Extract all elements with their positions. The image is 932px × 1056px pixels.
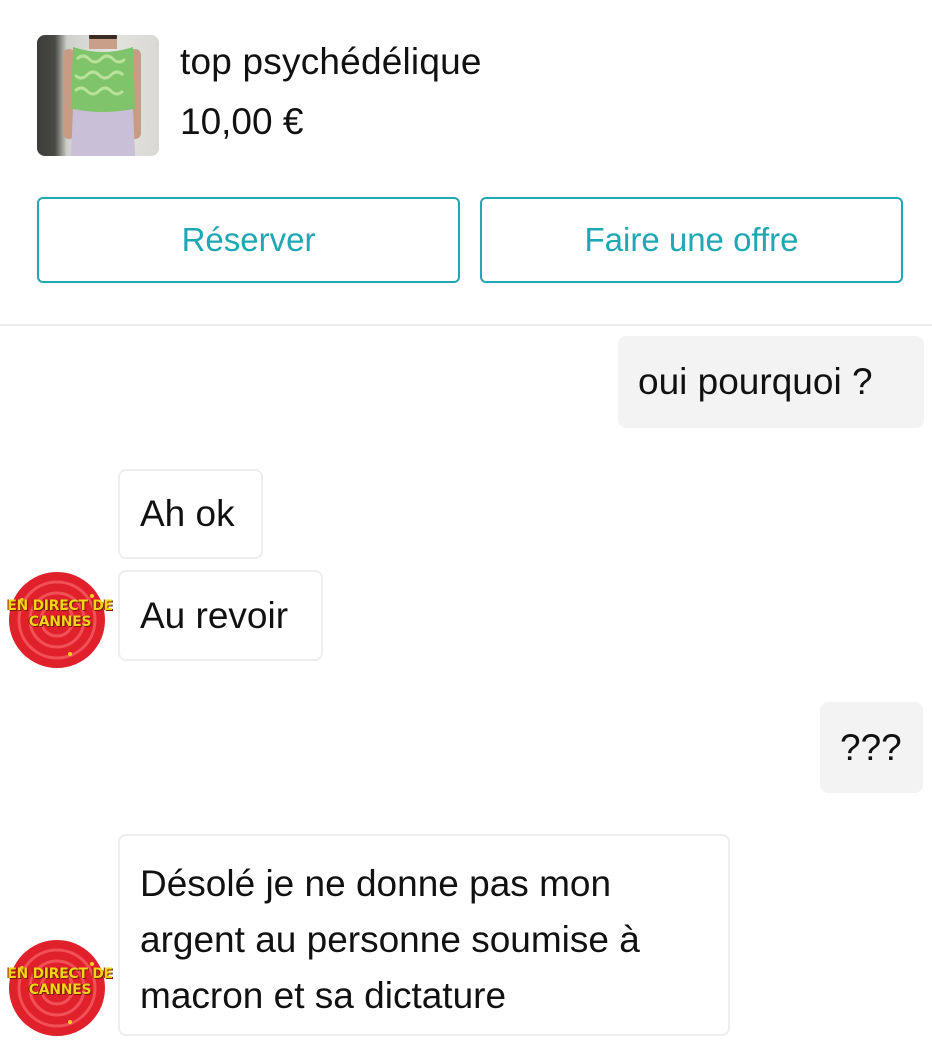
avatar-label-line2: CANNES (28, 614, 92, 630)
avatar-label-line1: EN DIRECT DE (7, 966, 113, 982)
message-line: Désolé je ne donne pas mon (140, 863, 612, 904)
avatar-label-line2: CANNES (28, 982, 92, 998)
message-incoming: Désolé je ne donne pas mon argent au per… (118, 834, 730, 1036)
reserve-button[interactable]: Réserver (37, 197, 460, 283)
seller-avatar[interactable]: EN DIRECT DE CANNES (0, 938, 120, 1038)
message-outgoing: ??? (820, 702, 923, 793)
make-offer-button[interactable]: Faire une offre (480, 197, 903, 283)
product-thumbnail[interactable] (37, 35, 159, 156)
message-line: argent au personne soumise à (140, 919, 640, 960)
product-price: 10,00 € (180, 101, 304, 142)
message-outgoing: oui pourquoi ? (618, 336, 924, 428)
product-photo-icon (63, 35, 141, 156)
avatar-label-line1: EN DIRECT DE (7, 598, 113, 614)
message-line: macron et sa dictature (140, 975, 507, 1016)
header-divider (0, 324, 932, 326)
product-title[interactable]: top psychédélique (180, 38, 482, 86)
message-incoming: Ah ok (118, 469, 263, 559)
seller-avatar[interactable]: EN DIRECT DE CANNES (0, 570, 120, 670)
message-incoming: Au revoir (118, 570, 323, 661)
